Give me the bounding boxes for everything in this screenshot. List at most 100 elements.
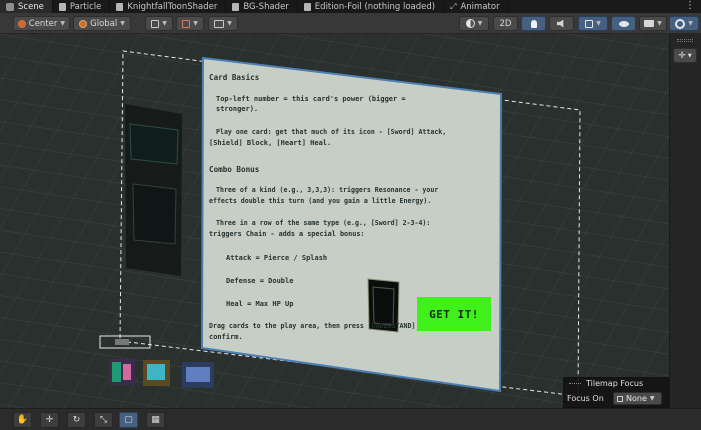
scene-effects-dropdown[interactable]: ▼ <box>578 16 608 31</box>
card-section-title: Combo Bonus <box>209 165 260 174</box>
tab-label: KnightfallToonShader <box>127 1 218 12</box>
scale-tool-button[interactable]: ⤡ <box>94 412 113 428</box>
transform-icon: ▦ <box>151 415 160 425</box>
pivot-icon <box>18 19 26 28</box>
tilemap-focus-overlay: Tilemap Focus Focus On None ▼ <box>563 377 669 408</box>
scene-audio-toggle[interactable] <box>549 16 574 31</box>
rotate-tool-button[interactable]: ↻ <box>67 412 86 428</box>
tab-scene[interactable]: Scene <box>0 0 53 13</box>
card-text-line: [Shield] Block, [Heart] Heal. <box>209 139 332 147</box>
chevron-down-icon: ▼ <box>649 395 655 402</box>
move-tool-button[interactable]: ✛ <box>40 412 59 428</box>
pivot-mode-dropdown[interactable]: Center ▼ <box>13 16 70 31</box>
move-icon: ✛ <box>45 415 54 425</box>
gizmos-dropdown[interactable]: ▼ <box>669 16 699 31</box>
card-text-line: Three of a kind (e.g., 3,3,3): triggers … <box>216 186 439 194</box>
scene-visibility-toggle[interactable] <box>611 16 636 31</box>
scene-overlay-toolbar: ✛ ▼ <box>669 34 701 408</box>
tab-knightfall-toon-shader[interactable]: KnightfallToonShader <box>110 0 227 13</box>
card-text-line: Play one card: get that much of its icon… <box>216 128 447 136</box>
card-footer-line: confirm. <box>209 333 243 341</box>
scene-camera-dropdown[interactable]: ▼ <box>639 16 667 31</box>
colorful-tile-detail <box>112 362 121 382</box>
shading-mode-icon <box>465 19 475 28</box>
chevron-down-icon: ▼ <box>477 20 483 27</box>
chevron-down-icon: ▼ <box>687 52 692 59</box>
card-text-line: triggers Chain - adds a special bonus: <box>209 230 365 238</box>
more-options-icon[interactable]: ⋮ <box>685 0 695 13</box>
unity-editor-scene-view: Scene Particle KnightfallToonShader BG-S… <box>0 0 701 430</box>
chevron-down-icon: ▼ <box>657 20 662 27</box>
speaker-icon <box>557 19 564 28</box>
pivot-space-dropdown[interactable]: Global ▼ <box>73 16 131 31</box>
card-text-line: Three in a row of the same type (e.g., [… <box>216 219 431 227</box>
transform-tool-button[interactable]: ▦ <box>146 412 165 428</box>
colorful-tile-detail <box>147 364 165 380</box>
hand-tool-button[interactable]: ✋ <box>13 412 32 428</box>
tab-animator[interactable]: ⤢ Animator <box>444 0 509 13</box>
focus-on-value: None <box>626 394 647 403</box>
2d-mode-toggle[interactable]: 2D <box>493 16 518 31</box>
tilemap-focus-title: Tilemap Focus <box>586 379 644 388</box>
card-section-title: Card Basics <box>209 73 260 82</box>
tilemap-icon <box>617 396 623 402</box>
scale-icon: ⤡ <box>99 415 108 425</box>
card-footer-line: Drag cards to the play area, then press … <box>209 322 428 330</box>
tab-label: Particle <box>69 1 102 12</box>
focus-on-dropdown[interactable]: None ▼ <box>613 392 662 405</box>
draw-mode-dropdown[interactable]: ▼ <box>459 16 489 31</box>
increment-snapping-button[interactable]: ▼ <box>176 16 204 31</box>
globe-icon <box>79 19 88 28</box>
hand-icon: ✋ <box>16 415 29 425</box>
selection-handle-inner <box>115 339 129 345</box>
chevron-down-icon: ▼ <box>688 20 693 27</box>
animator-icon: ⤢ <box>450 1 457 11</box>
tab-bg-shader[interactable]: BG-Shader <box>226 0 298 13</box>
card-art-detail <box>132 183 177 245</box>
rect-icon: ▢ <box>124 415 133 425</box>
tab-label: Scene <box>18 1 44 12</box>
chevron-down-icon: ▼ <box>162 20 167 27</box>
gizmo-icon <box>675 18 686 29</box>
chevron-down-icon: ▼ <box>120 20 125 27</box>
2d-mode-label: 2D <box>499 18 512 29</box>
scene-lighting-toggle[interactable] <box>521 16 546 31</box>
colorful-tile-detail <box>186 367 210 382</box>
drag-handle-icon[interactable] <box>569 383 581 385</box>
orientation-gizmo-button[interactable]: ✛ ▼ <box>673 48 697 63</box>
grid-icon <box>151 19 160 28</box>
card-text-line: Top-left number = this card's power (big… <box>216 95 406 103</box>
scene-icon <box>6 2 14 11</box>
snap-icon <box>182 19 191 28</box>
transform-tools-bar: ✋ ✛ ↻ ⤡ ▢ ▦ <box>0 408 701 430</box>
document-icon <box>303 2 311 11</box>
chevron-down-icon: ▼ <box>596 20 601 27</box>
scene-toolbar: Center ▼ Global ▼ ▼ ▼ ▼ ▼ 2D ▼ ▼ ▼ <box>0 13 701 34</box>
document-icon <box>58 2 66 11</box>
focus-on-label: Focus On <box>567 394 604 403</box>
tab-particle[interactable]: Particle <box>53 0 111 13</box>
move-icon: ✛ <box>678 50 686 61</box>
drag-handle-icon[interactable] <box>677 39 693 42</box>
rotate-icon: ↻ <box>72 415 81 425</box>
camera-icon <box>644 20 655 27</box>
colorful-tile-detail <box>123 364 131 380</box>
get-it-button[interactable]: GET IT! <box>417 297 491 331</box>
card-art-detail <box>129 123 179 165</box>
bonus-defense-text: Defense = Double <box>226 277 294 285</box>
chevron-down-icon: ▼ <box>60 20 65 27</box>
grid-snapping-button[interactable]: ▼ <box>145 16 173 31</box>
effects-icon <box>585 19 594 28</box>
rect-tool-button[interactable]: ▢ <box>119 412 138 428</box>
pivot-mode-label: Center <box>28 18 58 29</box>
editor-tab-strip: Scene Particle KnightfallToonShader BG-S… <box>0 0 701 13</box>
card-text-line: stronger). <box>216 105 259 113</box>
tab-label: Edition-Foil (nothing loaded) <box>314 1 436 12</box>
chevron-down-icon: ▼ <box>227 20 232 27</box>
tab-label: BG-Shader <box>243 1 289 12</box>
eye-icon <box>618 20 629 27</box>
tab-edition-foil[interactable]: Edition-Foil (nothing loaded) <box>298 0 445 13</box>
pivot-space-label: Global <box>90 18 118 29</box>
tools-icon <box>214 19 225 28</box>
scene-view-tools-dropdown[interactable]: ▼ <box>208 16 238 31</box>
